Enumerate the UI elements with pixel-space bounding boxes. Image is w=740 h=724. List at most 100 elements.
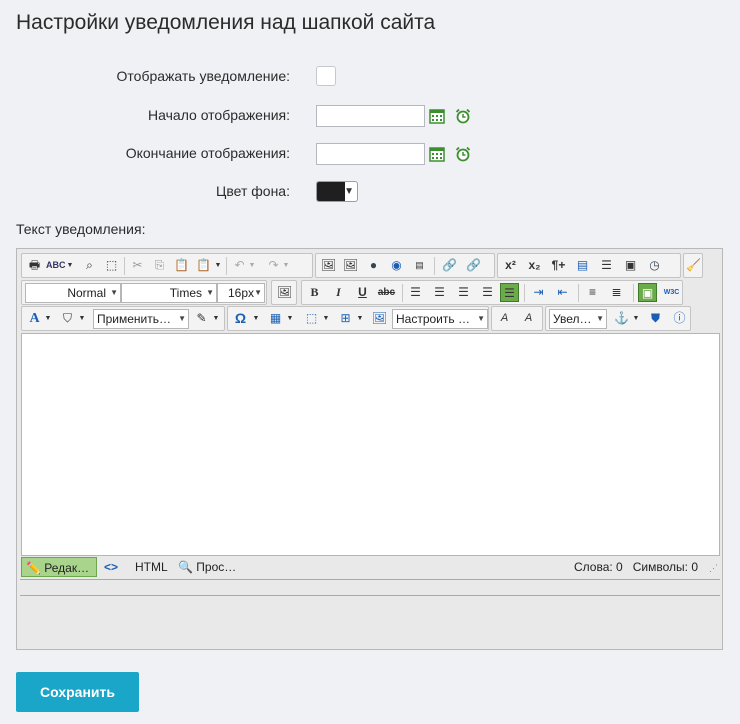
align-center-icon[interactable]: ☰ — [430, 283, 449, 302]
font-select[interactable]: Times ▼ — [121, 283, 217, 303]
chevron-down-icon[interactable]: ▼ — [78, 309, 86, 328]
flash-icon[interactable]: ● — [364, 256, 383, 275]
image-icon[interactable]: 🖼 — [319, 256, 338, 275]
abbreviation-icon[interactable]: ▤ — [573, 256, 592, 275]
clock-icon[interactable]: ◷ — [645, 256, 664, 275]
html-mode-tab[interactable]: HTML — [135, 557, 168, 577]
template-icon[interactable]: ⊞ — [336, 309, 355, 328]
align-full-icon[interactable]: ☰ — [500, 283, 519, 302]
text-color-icon[interactable]: A — [25, 309, 44, 328]
align-justify-icon[interactable]: ☰ — [478, 283, 497, 302]
zoom-select[interactable]: Увел… ▼ — [549, 309, 607, 329]
start-date-input[interactable] — [316, 105, 425, 127]
w3c-validate-icon[interactable]: W3C — [662, 283, 681, 302]
snippet-icon[interactable]: ⛊ — [646, 309, 665, 328]
italic-icon[interactable]: I — [329, 283, 348, 302]
format-painter-icon[interactable]: ✎ — [192, 309, 211, 328]
chevron-down-icon[interactable]: ▼ — [214, 256, 222, 275]
page-title: Настройки уведомления над шапкой сайта — [16, 11, 436, 34]
chevron-down-icon[interactable]: ▼ — [632, 309, 640, 328]
chevron-down-icon[interactable]: ▼ — [44, 309, 52, 328]
help-icon[interactable]: ⓘ — [670, 309, 689, 328]
preview-mode-label: Прос… — [196, 560, 237, 574]
page-break-icon[interactable]: ▣ — [621, 256, 640, 275]
table-icon[interactable]: ▦ — [266, 309, 285, 328]
document-icon[interactable]: ▤ — [410, 256, 429, 275]
anchor-icon[interactable]: ⚓ — [612, 309, 631, 328]
font-size-select[interactable]: 16px ▼ — [217, 283, 265, 303]
image-map-icon[interactable]: 🖼 — [370, 309, 389, 328]
find-icon[interactable]: ⌕ — [80, 256, 99, 275]
link-icon[interactable]: 🔗 — [440, 256, 459, 275]
paste-icon[interactable]: 📋 — [172, 256, 191, 275]
code-icon[interactable]: <> — [104, 557, 118, 577]
background-image-icon[interactable]: 🖼 — [275, 283, 294, 302]
end-date-input[interactable] — [316, 143, 425, 165]
chevron-down-icon[interactable]: ▼ — [286, 309, 294, 328]
text-direction-rtl-icon[interactable]: A — [519, 309, 538, 328]
toolbar-group-clean: 🧹 — [683, 253, 703, 278]
ordered-list-icon[interactable]: ≡ — [583, 283, 602, 302]
image-link-icon[interactable]: 🖼 — [341, 256, 360, 275]
paste-special-icon[interactable]: 📋 — [194, 256, 213, 275]
background-color-picker[interactable]: ▼ — [316, 181, 358, 202]
visual-aids-icon[interactable]: ▣ — [638, 283, 657, 302]
calendar-icon[interactable] — [429, 146, 445, 162]
chevron-down-icon[interactable]: ▼ — [356, 309, 364, 328]
unordered-list-icon[interactable]: ≣ — [607, 283, 626, 302]
chevron-down-icon[interactable]: ▼ — [212, 309, 220, 328]
edit-mode-tab[interactable]: ✏️ Редак… — [21, 557, 97, 577]
format-select[interactable]: Normal ▼ — [25, 283, 121, 303]
font-value: Times — [169, 286, 202, 300]
toolbar-group-zoom: Увел… ▼ ⚓ ▼ ⛊ ⓘ — [545, 306, 691, 331]
print-icon[interactable]: 🖶 — [25, 256, 44, 275]
editor-content-area[interactable] — [21, 333, 720, 556]
show-notification-checkbox[interactable] — [316, 66, 336, 86]
toolbar-group-edit: 🖶 ABC ▼ ⌕ ⬚ ✂ ⎘ 📋 📋 ▼ ↶ ▼ ↷ ▼ — [21, 253, 313, 278]
end-date-label: Окончание отображения: — [125, 145, 290, 161]
clean-format-icon[interactable]: 🧹 — [684, 256, 703, 275]
format-value: Normal — [67, 286, 106, 300]
align-right-icon[interactable]: ☰ — [454, 283, 473, 302]
underline-icon[interactable]: U — [353, 283, 372, 302]
alarm-clock-icon[interactable] — [455, 146, 471, 162]
horizontal-rule-icon[interactable]: ☰ — [597, 256, 616, 275]
chevron-down-icon[interactable]: ▼ — [66, 256, 74, 275]
copy-icon[interactable]: ⎘ — [150, 256, 169, 275]
chevron-down-icon[interactable]: ▼ — [252, 309, 260, 328]
spellcheck-icon[interactable]: ABC — [46, 256, 66, 275]
div-container-icon[interactable]: ⬚ — [302, 309, 321, 328]
chevron-down-icon[interactable]: ▼ — [322, 309, 330, 328]
select-all-icon[interactable]: ⬚ — [102, 256, 121, 275]
start-date-label: Начало отображения: — [148, 107, 290, 123]
magnifier-icon: 🔍 — [178, 560, 193, 574]
alarm-clock-icon[interactable] — [455, 108, 471, 124]
outdent-icon[interactable]: ⇤ — [553, 283, 572, 302]
layout-select[interactable]: Настроить … ▼ — [392, 309, 488, 329]
separator — [124, 257, 125, 275]
text-direction-ltr-icon[interactable]: A — [495, 309, 514, 328]
media-icon[interactable]: ◉ — [387, 256, 406, 275]
align-left-icon[interactable]: ☰ — [406, 283, 425, 302]
undo-icon[interactable]: ↶ — [230, 256, 249, 275]
separator — [633, 284, 634, 302]
redo-icon[interactable]: ↷ — [264, 256, 283, 275]
style-select[interactable]: Применить… ▼ — [93, 309, 189, 329]
fill-color-icon[interactable]: ⛉ — [58, 309, 77, 328]
superscript-icon[interactable]: x² — [501, 256, 520, 275]
indent-icon[interactable]: ⇥ — [529, 283, 548, 302]
cut-icon[interactable]: ✂ — [128, 256, 147, 275]
bold-icon[interactable]: B — [305, 283, 324, 302]
chevron-down-icon[interactable]: ▼ — [248, 256, 256, 275]
paragraph-icon[interactable]: ¶+ — [549, 256, 568, 275]
special-char-icon[interactable]: Ω — [231, 309, 250, 328]
save-button[interactable]: Сохранить — [16, 672, 139, 712]
preview-mode-tab[interactable]: 🔍 Прос… — [178, 557, 236, 577]
subscript-icon[interactable]: x₂ — [525, 256, 544, 275]
resize-grip-icon[interactable]: ⋰ — [709, 563, 718, 574]
calendar-icon[interactable] — [429, 108, 445, 124]
strikethrough-icon[interactable]: abc — [377, 283, 396, 302]
chevron-down-icon[interactable]: ▼ — [282, 256, 290, 275]
unlink-icon[interactable]: 🔗 — [464, 256, 483, 275]
pencil-icon: ✏️ — [26, 561, 41, 575]
